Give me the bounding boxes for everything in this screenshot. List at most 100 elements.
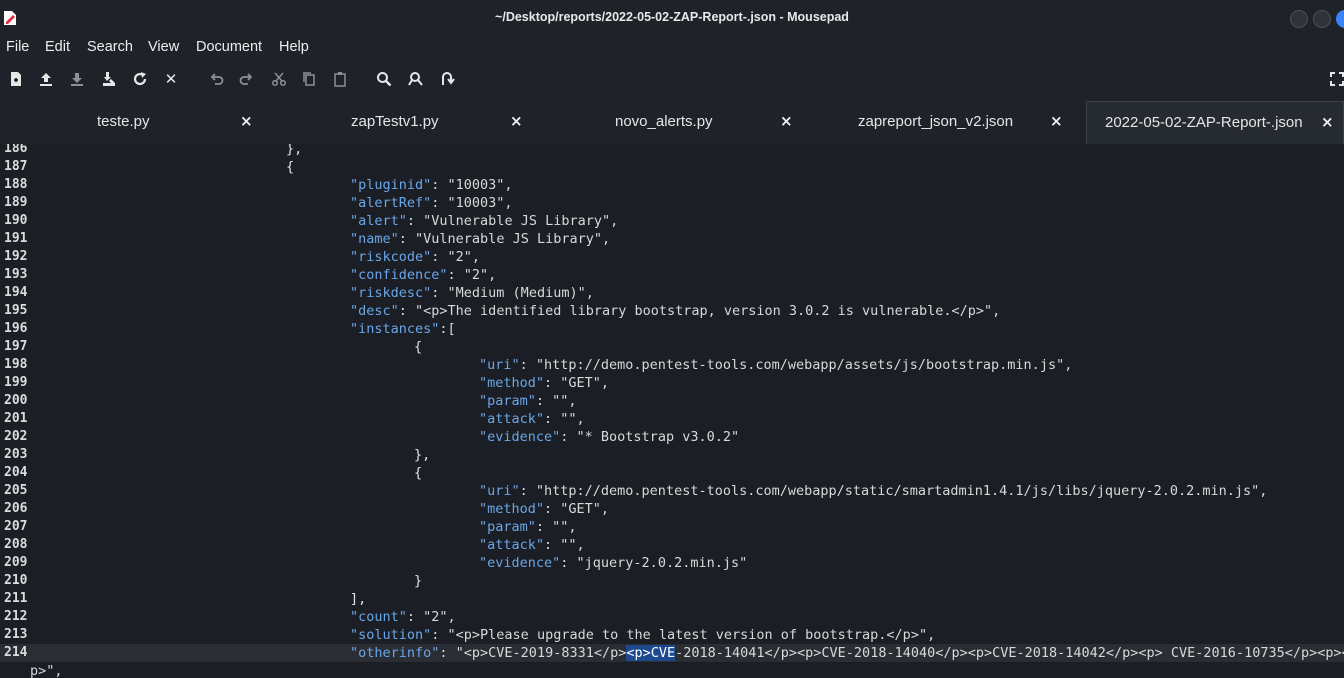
goto-line-icon[interactable]: [436, 68, 458, 90]
json-value: p>",: [30, 663, 63, 678]
code-text: {: [414, 464, 422, 482]
redo-icon[interactable]: [235, 68, 257, 90]
tab-label: zapreport_json_v2.json: [858, 113, 1014, 130]
tab-close-icon[interactable]: ×: [1050, 112, 1063, 130]
code-text: "alert": "Vulnerable JS Library",: [350, 212, 618, 230]
json-value: : "2",: [406, 609, 456, 625]
code-text: ],: [350, 590, 366, 608]
close-document-icon[interactable]: ✕: [160, 68, 182, 90]
json-key: "uri": [479, 483, 520, 499]
tab-teste-py[interactable]: teste.py ×: [0, 101, 268, 144]
save-icon[interactable]: [66, 68, 88, 90]
minimize-button[interactable]: [1290, 10, 1308, 28]
toolbar: ✕: [0, 59, 1344, 101]
open-file-icon[interactable]: [35, 68, 57, 90]
json-value: : "GET",: [544, 375, 610, 391]
json-value: : "<p>CVE-2019-8331</p>: [439, 645, 627, 661]
code-line: 196 "instances":[: [0, 320, 1344, 338]
text-editor[interactable]: 186}, 187{188 "pluginid": "10003", 189 "aler…: [0, 144, 1344, 678]
line-number: 213: [4, 627, 28, 642]
json-value: : "* Bootstrap v3.0.2": [560, 429, 740, 445]
code-text: "param": "",: [479, 518, 577, 536]
code-punct: },: [286, 144, 303, 157]
tab-zapreport-json-v2[interactable]: zapreport_json_v2.json ×: [808, 101, 1086, 144]
code-line: 187 {: [0, 158, 1344, 176]
menu-help[interactable]: Help: [279, 39, 309, 55]
cut-icon[interactable]: [268, 68, 290, 90]
json-value: :[: [439, 321, 456, 337]
tab-zap-report-json[interactable]: 2022-05-02-ZAP-Report-.json ×: [1086, 101, 1344, 144]
code-text: "uri": "http://demo.pentest-tools.com/we…: [479, 482, 1267, 500]
line-number: 186: [4, 144, 28, 156]
menu-file[interactable]: File: [6, 39, 29, 55]
code-text: "alertRef": "10003",: [350, 194, 513, 212]
tab-close-icon[interactable]: ×: [780, 112, 793, 130]
code-line: 188 "pluginid": "10003",: [0, 176, 1344, 194]
title-bar: ~/Desktop/reports/2022-05-02-ZAP-Report-…: [0, 0, 1344, 37]
json-key: "attack": [479, 537, 545, 553]
line-number: 195: [4, 303, 28, 318]
code-line: 212 "count": "2",: [0, 608, 1344, 626]
menu-search[interactable]: Search: [87, 39, 133, 55]
json-key: "alertRef": [350, 195, 432, 211]
code-line: 194 "riskdesc": "Medium (Medium)",: [0, 284, 1344, 302]
code-text: "riskcode": "2",: [350, 248, 480, 266]
line-number: 205: [4, 483, 28, 498]
code-text: "attack": "",: [479, 536, 585, 554]
json-value: : "Vulnerable JS Library",: [406, 213, 619, 229]
code-line: 205 "uri": "http://demo.pentest-tools.com…: [0, 482, 1344, 500]
close-window-button[interactable]: [1336, 10, 1344, 28]
code-line: 200 "param": "",: [0, 392, 1344, 410]
fullscreen-icon[interactable]: [1326, 68, 1344, 90]
menu-bar: File Edit Search View Document Help: [0, 37, 1344, 59]
code-text: "method": "GET",: [479, 500, 609, 518]
menu-document[interactable]: Document: [196, 39, 262, 55]
code-punct: ],: [350, 591, 367, 607]
tab-novo-alerts-py[interactable]: novo_alerts.py ×: [538, 101, 808, 144]
tab-bar: teste.py × zapTestv1.py × novo_alerts.py…: [0, 101, 1344, 145]
line-number: 192: [4, 249, 28, 264]
code-text: "param": "",: [479, 392, 577, 410]
line-number: 203: [4, 447, 28, 462]
maximize-button[interactable]: [1313, 10, 1331, 28]
find-icon[interactable]: [373, 68, 395, 90]
code-text: "solution": "<p>Please upgrade to the la…: [350, 626, 935, 644]
tab-label: zapTestv1.py: [351, 113, 439, 130]
line-number: 206: [4, 501, 28, 516]
json-value: : "Vulnerable JS Library",: [398, 231, 611, 247]
code-punct: {: [286, 159, 295, 175]
tab-close-icon[interactable]: ×: [1321, 113, 1334, 131]
json-value: : "http://demo.pentest-tools.com/webapp/…: [519, 483, 1268, 499]
json-value: : "",: [535, 393, 577, 409]
json-key: "riskcode": [350, 249, 432, 265]
tab-zaptestv1-py[interactable]: zapTestv1.py ×: [268, 101, 538, 144]
tab-close-icon[interactable]: ×: [510, 112, 523, 130]
code-punct: }: [414, 573, 423, 589]
json-value: : "",: [535, 519, 577, 535]
tab-close-icon[interactable]: ×: [240, 112, 253, 130]
undo-icon[interactable]: [206, 68, 228, 90]
code-text: "confidence": "2",: [350, 266, 496, 284]
line-number: 210: [4, 573, 28, 588]
code-line: 204 {: [0, 464, 1344, 482]
code-line: 191 "name": "Vulnerable JS Library",: [0, 230, 1344, 248]
menu-edit[interactable]: Edit: [45, 39, 70, 55]
code-punct: },: [414, 447, 431, 463]
code-text: "count": "2",: [350, 608, 456, 626]
copy-icon[interactable]: [298, 68, 320, 90]
find-replace-icon[interactable]: [405, 68, 427, 90]
json-value: : "http://demo.pentest-tools.com/webapp/…: [519, 357, 1073, 373]
reload-icon[interactable]: [129, 68, 151, 90]
new-document-icon[interactable]: [5, 68, 27, 90]
json-key: "evidence": [479, 429, 561, 445]
menu-view[interactable]: View: [148, 39, 179, 55]
paste-icon[interactable]: [329, 68, 351, 90]
json-key: "param": [479, 519, 536, 535]
json-key: "riskdesc": [350, 285, 432, 301]
line-number: 196: [4, 321, 28, 336]
code-text: "instances":[: [350, 320, 456, 338]
code-line: 210}: [0, 572, 1344, 590]
save-as-icon[interactable]: [98, 68, 120, 90]
code-line: 189 "alertRef": "10003",: [0, 194, 1344, 212]
code-line: 203},: [0, 446, 1344, 464]
